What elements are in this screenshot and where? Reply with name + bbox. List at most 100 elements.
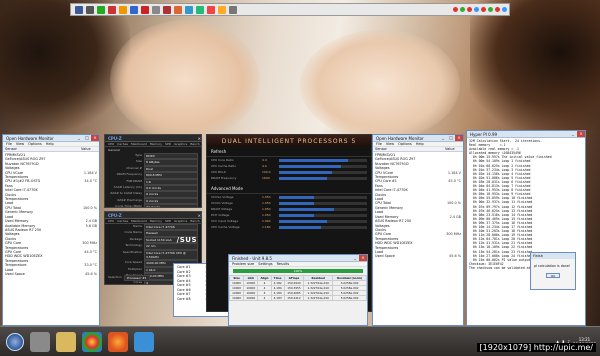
tuning-slider[interactable] xyxy=(279,158,367,162)
app-icon[interactable] xyxy=(118,5,127,14)
app-icon[interactable] xyxy=(96,5,105,14)
sensor-tree: FPRMKSV21 GeForce/ASUS ROG Z97 Nuvoton NCT… xyxy=(373,152,463,260)
cpuz-tab[interactable]: Bench xyxy=(190,219,199,223)
results-table: Size LDA Align Time GFlops Residual Residual (… xyxy=(229,275,367,301)
status-dot-icon[interactable] xyxy=(488,7,493,12)
cpuz-tab[interactable]: SPD xyxy=(165,219,171,223)
cpuz-tab[interactable]: Graphics xyxy=(174,142,187,146)
burn-tab[interactable]: Problem size xyxy=(232,262,254,266)
minimize-button[interactable]: _ xyxy=(569,131,577,137)
folder-icon[interactable] xyxy=(56,331,76,352)
tuning-slider[interactable] xyxy=(279,219,367,223)
app-icon[interactable] xyxy=(217,5,226,14)
app-icon[interactable] xyxy=(173,5,182,14)
cpuz-tab[interactable]: CPU xyxy=(108,219,114,223)
maximize-button[interactable]: □ xyxy=(447,135,455,141)
status-dot-icon[interactable] xyxy=(453,7,458,12)
close-button[interactable]: × xyxy=(91,135,99,141)
app-icon[interactable] xyxy=(206,5,215,14)
sensor-row[interactable]: Used Space 45.6 % xyxy=(5,272,97,276)
sensor-value: 45.6 % xyxy=(449,254,461,259)
minimize-button[interactable]: _ xyxy=(351,255,359,261)
chrome-icon[interactable] xyxy=(82,331,102,352)
column-header-value[interactable]: Value xyxy=(445,147,463,151)
column-header-sensor[interactable]: Sensor xyxy=(375,147,445,151)
processor-select[interactable]: Processor #1 xyxy=(123,275,150,281)
menu-item[interactable]: File xyxy=(376,142,382,146)
cpuz-tab[interactable]: Memory xyxy=(150,219,162,223)
menu-item[interactable]: Help xyxy=(46,142,54,146)
cpuz-tab[interactable]: Caches xyxy=(117,219,128,223)
minimize-button[interactable]: _ xyxy=(75,135,83,141)
ok-button[interactable]: OK xyxy=(546,273,560,278)
tuning-slider[interactable] xyxy=(279,195,367,199)
menu-item[interactable]: View xyxy=(386,142,394,146)
status-dot-icon[interactable] xyxy=(495,7,500,12)
cpuz-tab[interactable]: CPU xyxy=(108,142,114,146)
app-icon[interactable] xyxy=(184,5,193,14)
field-value: 24 clocks xyxy=(144,204,198,207)
internet-explorer-icon[interactable] xyxy=(134,331,154,352)
tuning-value: 4.4 xyxy=(262,158,267,162)
close-button[interactable]: × xyxy=(198,213,201,218)
sensor-row[interactable]: Used Space 45.6 % xyxy=(375,254,461,258)
cpuz-tab[interactable]: SPD xyxy=(165,142,171,146)
cpuz-tab[interactable]: Graphics xyxy=(174,219,187,223)
tuning-slider[interactable] xyxy=(279,170,367,174)
maximize-button[interactable]: □ xyxy=(83,135,91,141)
app-icon[interactable] xyxy=(228,5,237,14)
menu-item[interactable]: Options xyxy=(28,142,42,146)
tuning-label: VCCSA Voltage xyxy=(211,195,234,199)
status-dot-icon[interactable] xyxy=(460,7,465,12)
core-name: Core #8 xyxy=(177,296,191,301)
app-icon[interactable] xyxy=(107,5,116,14)
column-header-value[interactable]: Value xyxy=(81,147,99,151)
cpuz-tab[interactable]: Mainboard xyxy=(131,142,147,146)
cpuz-tab[interactable]: Caches xyxy=(117,142,128,146)
menu-item[interactable]: File xyxy=(6,142,12,146)
status-dot-icon[interactable] xyxy=(474,7,479,12)
sensor-name: Used Space xyxy=(5,271,25,276)
tuning-slider[interactable] xyxy=(279,225,367,229)
tuning-label: CPU Cache Voltage xyxy=(211,225,240,229)
menu-item[interactable]: Help xyxy=(416,142,424,146)
menu-item[interactable]: Options xyxy=(398,142,412,146)
status-dot-icon[interactable] xyxy=(481,7,486,12)
app-icon[interactable] xyxy=(140,5,149,14)
tuning-slider[interactable] xyxy=(279,201,367,205)
close-button[interactable]: × xyxy=(198,136,201,141)
status-dot-icon[interactable] xyxy=(467,7,472,12)
firefox-icon[interactable] xyxy=(108,331,128,352)
app-icon[interactable] xyxy=(151,5,160,14)
field-row: Specification Intel Core i7-4770K CPU @ 3… xyxy=(105,249,201,261)
field-label: Cycle Time (tRAS) xyxy=(115,204,142,208)
close-button[interactable]: × xyxy=(455,135,463,141)
tuning-slider[interactable] xyxy=(279,176,367,180)
app-icon[interactable] xyxy=(195,5,204,14)
column-header-sensor[interactable]: Sensor xyxy=(5,147,81,151)
burn-tab[interactable]: Results xyxy=(277,262,290,266)
tuning-slider[interactable] xyxy=(279,164,367,168)
window-title: Open Hardware Monitor xyxy=(376,135,424,141)
tuning-slider[interactable] xyxy=(279,213,367,217)
app-icon[interactable] xyxy=(162,5,171,14)
menu-item[interactable]: View xyxy=(16,142,24,146)
cpuz-tab[interactable]: Mainboard xyxy=(131,219,147,223)
cpuz-tab[interactable]: Memory xyxy=(150,142,162,146)
refresh-tab[interactable]: Refresh xyxy=(207,147,371,157)
burn-tab[interactable]: Settings xyxy=(258,262,272,266)
status-dot-icon[interactable] xyxy=(502,7,507,12)
tuning-row: DRAM Frequency 1600 xyxy=(207,175,371,181)
minimize-button[interactable]: _ xyxy=(439,135,447,141)
advanced-mode-tab[interactable]: Advanced Mode xyxy=(207,184,371,194)
app-icon[interactable] xyxy=(85,5,94,14)
app-taskbar-icon[interactable] xyxy=(30,331,50,352)
tuning-slider[interactable] xyxy=(279,207,367,211)
app-icon[interactable] xyxy=(74,5,83,14)
start-button[interactable] xyxy=(6,332,24,351)
sensor-value: 45.6 % xyxy=(85,271,97,276)
close-button[interactable]: × xyxy=(359,255,367,261)
cpuz-tab[interactable]: Bench xyxy=(190,142,199,146)
close-button[interactable]: × xyxy=(577,131,585,137)
app-icon[interactable] xyxy=(129,5,138,14)
